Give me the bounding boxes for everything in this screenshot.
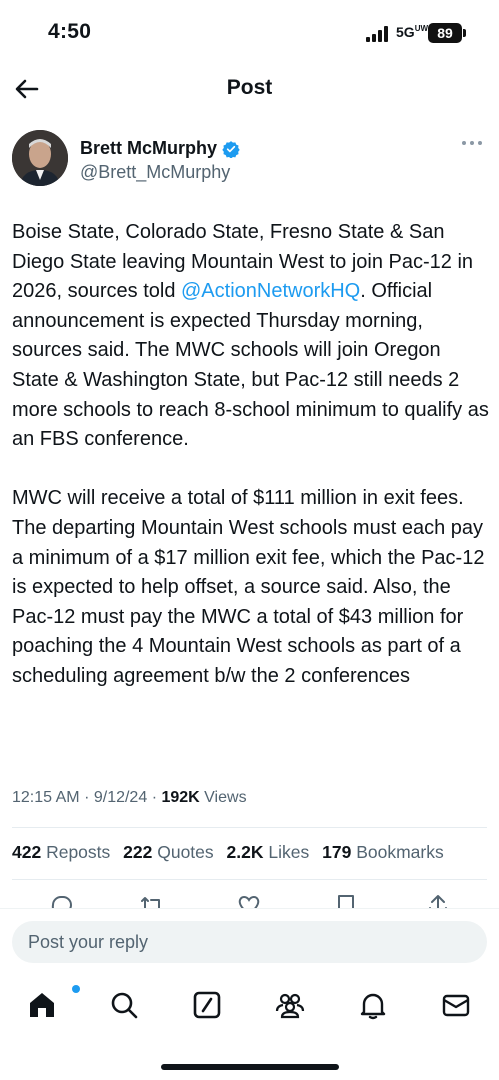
tweet-paragraph-2: MWC will receive a total of $111 million… bbox=[12, 487, 485, 687]
messages-icon bbox=[442, 994, 470, 1017]
tab-grok[interactable] bbox=[191, 989, 223, 1021]
tab-search[interactable] bbox=[108, 989, 140, 1021]
communities-icon bbox=[275, 993, 305, 1019]
verified-badge-icon bbox=[222, 140, 240, 158]
mention-link[interactable]: @ActionNetworkHQ bbox=[181, 280, 360, 302]
tweet-paragraph-1: Boise State, Colorado State, Fresno Stat… bbox=[12, 221, 489, 451]
avatar[interactable] bbox=[12, 130, 68, 186]
divider bbox=[12, 827, 487, 828]
author-name[interactable]: Brett McMurphy bbox=[80, 138, 217, 159]
tab-messages[interactable] bbox=[440, 989, 472, 1021]
reply-input[interactable]: Post your reply bbox=[12, 921, 487, 963]
post-time[interactable]: 12:15 AM bbox=[12, 789, 80, 806]
divider bbox=[12, 879, 487, 880]
notifications-icon bbox=[360, 993, 386, 1020]
reply-icon[interactable] bbox=[48, 892, 74, 908]
home-icon bbox=[30, 993, 54, 1017]
top-bar: Post bbox=[0, 64, 499, 114]
views-count: 192K bbox=[161, 789, 200, 806]
battery-icon: 89 bbox=[428, 23, 466, 43]
engagement-stats: 422 Reposts 222 Quotes 2.2K Likes 179 Bo… bbox=[12, 842, 452, 863]
page-title: Post bbox=[226, 76, 273, 99]
tweet-meta: 12:15 AM · 9/12/24 · 192K Views bbox=[12, 789, 247, 806]
grok-icon bbox=[193, 991, 221, 1019]
share-icon[interactable] bbox=[425, 892, 451, 908]
tab-home[interactable] bbox=[26, 985, 80, 1021]
home-indicator bbox=[161, 1064, 339, 1070]
repost-icon[interactable] bbox=[139, 892, 165, 908]
notification-dot bbox=[72, 985, 80, 993]
signal-icon bbox=[366, 26, 388, 42]
quotes-stat[interactable]: 222 Quotes bbox=[123, 842, 214, 862]
author-row: Brett McMurphy @Brett_McMurphy bbox=[12, 130, 487, 190]
bookmark-icon[interactable] bbox=[333, 892, 359, 908]
tab-notifications[interactable] bbox=[357, 989, 389, 1021]
status-bar: 4:50 5GUW 89 bbox=[0, 0, 499, 64]
tweet-text: Boise State, Colorado State, Fresno Stat… bbox=[12, 218, 490, 692]
likes-stat[interactable]: 2.2K Likes bbox=[227, 842, 310, 862]
author-handle[interactable]: @Brett_McMurphy bbox=[80, 162, 230, 183]
name-row[interactable]: Brett McMurphy bbox=[80, 138, 240, 159]
like-icon[interactable] bbox=[236, 892, 262, 908]
bookmarks-stat[interactable]: 179 Bookmarks bbox=[322, 842, 444, 862]
search-icon bbox=[111, 992, 138, 1019]
more-options-icon[interactable] bbox=[461, 138, 483, 148]
reposts-stat[interactable]: 422 Reposts bbox=[12, 842, 110, 862]
bottom-area: Post your reply bbox=[0, 908, 499, 1080]
tab-communities[interactable] bbox=[274, 989, 306, 1021]
status-time: 4:50 bbox=[48, 20, 92, 43]
action-row bbox=[0, 890, 499, 908]
network-label: 5GUW bbox=[396, 24, 429, 40]
post-date[interactable]: 9/12/24 bbox=[94, 789, 147, 806]
tab-bar bbox=[0, 985, 499, 1037]
views-label: Views bbox=[204, 789, 247, 806]
avatar-image bbox=[12, 130, 68, 186]
